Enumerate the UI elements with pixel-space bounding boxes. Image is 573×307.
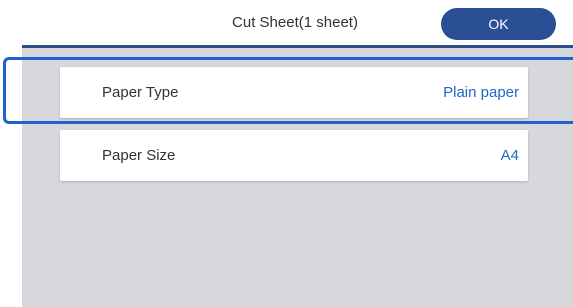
paper-size-label: Paper Size [102,147,176,164]
cut-sheet-screen: Cut Sheet(1 sheet) OK Paper Type Plain p… [0,0,573,307]
header-bar: Cut Sheet(1 sheet) OK [0,0,573,44]
settings-panel: Paper Type Plain paper Paper Size A4 [22,48,573,307]
ok-button[interactable]: OK [441,8,556,40]
paper-size-row[interactable]: Paper Size A4 [60,130,528,181]
paper-type-value: Plain paper [443,84,519,101]
page-title: Cut Sheet(1 sheet) [232,14,358,31]
paper-type-row[interactable]: Paper Type Plain paper [60,67,528,118]
paper-size-value: A4 [500,147,519,164]
paper-type-label: Paper Type [102,84,179,101]
